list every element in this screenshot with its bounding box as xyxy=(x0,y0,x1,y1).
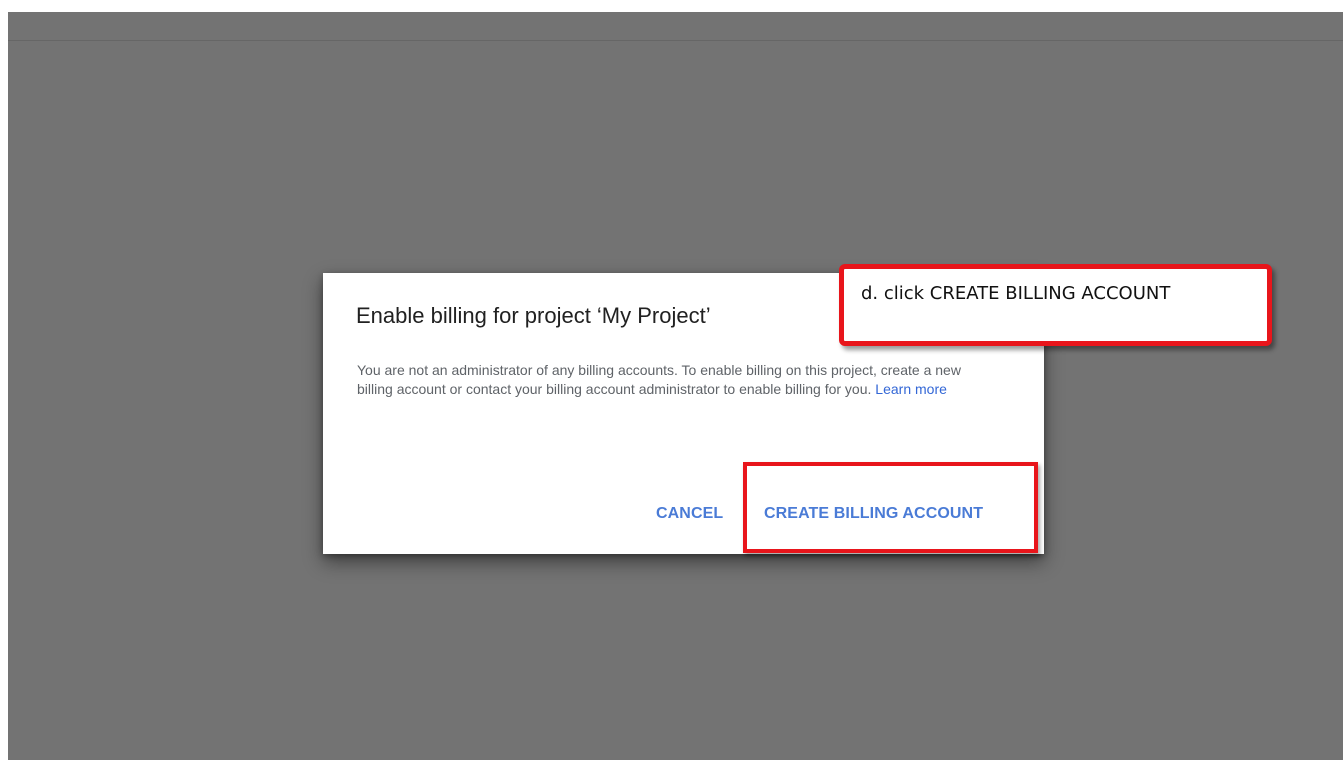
screen: Enable billing for project ‘My Project’ … xyxy=(0,0,1343,760)
learn-more-link[interactable]: Learn more xyxy=(875,381,947,397)
create-billing-account-button[interactable]: CREATE BILLING ACCOUNT xyxy=(764,505,983,523)
dialog-body-text: You are not an administrator of any bill… xyxy=(357,362,961,397)
cancel-button[interactable]: CANCEL xyxy=(656,505,723,523)
header-divider xyxy=(8,40,1343,41)
annotation-callout-text: d. click CREATE BILLING ACCOUNT xyxy=(861,283,1171,304)
dialog-title: Enable billing for project ‘My Project’ xyxy=(356,303,711,328)
annotation-callout: d. click CREATE BILLING ACCOUNT xyxy=(839,264,1272,346)
dialog-body: You are not an administrator of any bill… xyxy=(357,361,997,399)
